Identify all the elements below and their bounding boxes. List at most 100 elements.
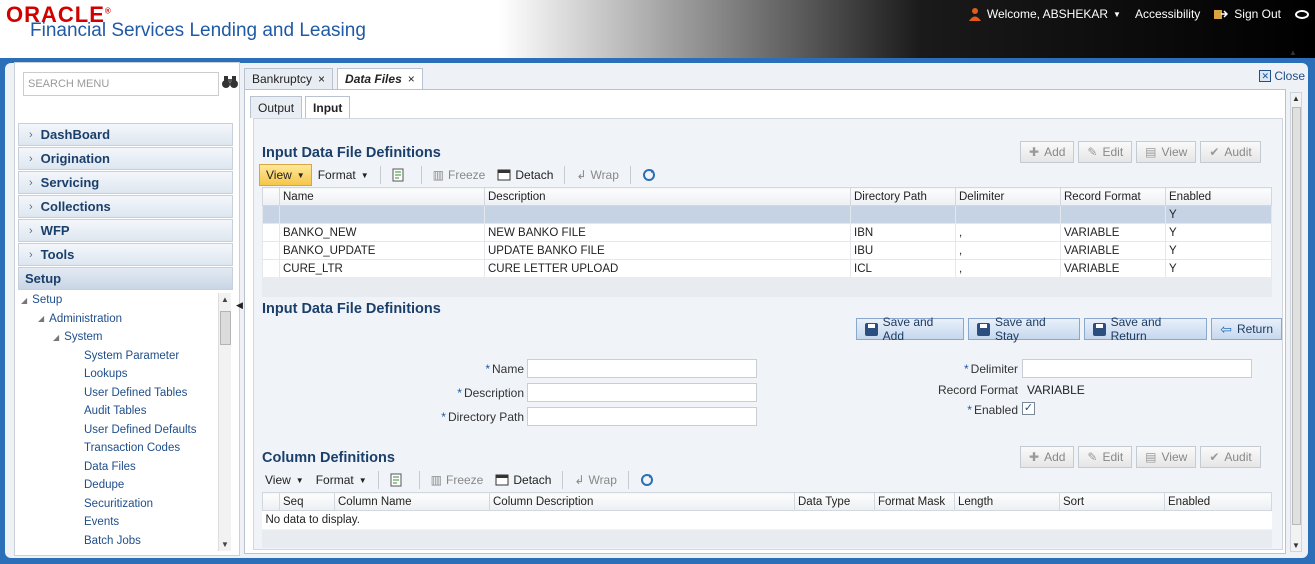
tree-item-user-defined-tables[interactable]: User Defined Tables — [18, 384, 218, 403]
audit-button[interactable]: ✔ Audit — [1200, 446, 1261, 468]
close-icon[interactable]: × — [318, 72, 325, 86]
section-title-input-defs: Input Data File Definitions — [262, 145, 441, 161]
col-header-name[interactable]: Name — [279, 187, 485, 206]
tree-item-dedupe[interactable]: Dedupe — [18, 476, 218, 495]
save-and-return-button[interactable]: Save and Return — [1083, 315, 1208, 343]
add-button[interactable]: ✚ Add — [1020, 446, 1075, 468]
scroll-down-icon[interactable]: ▼ — [1292, 541, 1300, 550]
collapse-sidebar-icon[interactable]: ◀ — [236, 300, 244, 318]
scroll-up-icon[interactable]: ▲ — [221, 295, 229, 304]
export-icon[interactable] — [384, 469, 414, 491]
tree-item-user-defined-defaults[interactable]: User Defined Defaults — [18, 421, 218, 440]
name-field[interactable] — [527, 359, 757, 378]
tree-item-system[interactable]: ◢ System — [18, 328, 218, 347]
tree-item-batch-jobs[interactable]: Batch Jobs — [18, 532, 218, 551]
tab-data-files[interactable]: Data Files × — [337, 68, 423, 89]
tree-item-securitization[interactable]: Securitization — [18, 495, 218, 514]
scroll-down-icon[interactable]: ▼ — [221, 540, 229, 549]
sign-out-link[interactable]: Sign Out — [1214, 7, 1281, 21]
view-menu[interactable]: View ▼ — [259, 164, 312, 186]
view-button[interactable]: ▤ View — [1136, 141, 1197, 163]
col-header-enabled[interactable]: Enabled — [1164, 492, 1272, 511]
menu-setup[interactable]: Setup — [18, 267, 233, 290]
tree-item-data-files[interactable]: Data Files — [18, 458, 218, 477]
form-actions: Save and Add Save and Stay Save and Retu… — [852, 315, 1282, 343]
chevron-down-icon: ▼ — [358, 475, 367, 485]
menu-tools[interactable]: › Tools — [18, 243, 233, 266]
export-icon[interactable] — [386, 164, 416, 186]
close-icon[interactable]: × — [408, 72, 415, 86]
view-menu[interactable]: View ▼ — [259, 469, 310, 491]
scroll-up-icon[interactable]: ▲ — [1292, 94, 1300, 103]
col-header-record-format[interactable]: Record Format — [1060, 187, 1166, 206]
tree-item-administration[interactable]: ◢ Administration — [18, 310, 218, 329]
maximize-icon[interactable]: ▲ — [1289, 48, 1303, 57]
tree-item-events[interactable]: Events — [18, 513, 218, 532]
menu-servicing[interactable]: › Servicing — [18, 171, 233, 194]
menu-origination[interactable]: › Origination — [18, 147, 233, 170]
col-header-description[interactable]: Description — [484, 187, 851, 206]
col-header-sort[interactable]: Sort — [1059, 492, 1165, 511]
empty-row: No data to display. — [263, 511, 1272, 529]
menu-collections[interactable]: › Collections — [18, 195, 233, 218]
col-header-delimiter[interactable]: Delimiter — [955, 187, 1061, 206]
tree-scrollbar[interactable]: ▲ ▼ — [218, 293, 231, 551]
col-header-length[interactable]: Length — [954, 492, 1060, 511]
edit-button[interactable]: ✎ Edit — [1078, 141, 1133, 163]
user-menu[interactable]: Welcome, ABSHEKAR ▼ — [968, 7, 1121, 21]
scroll-thumb[interactable] — [220, 311, 231, 345]
table-row[interactable]: CURE_LTR CURE LETTER UPLOAD ICL, VARIABLE Y — [262, 259, 1272, 278]
edit-button[interactable]: ✎ Edit — [1078, 446, 1133, 468]
audit-button[interactable]: ✔ Audit — [1200, 141, 1261, 163]
col-header-directory-path[interactable]: Directory Path — [850, 187, 956, 206]
add-button[interactable]: ✚ Add — [1020, 141, 1075, 163]
menu-wfp[interactable]: › WFP — [18, 219, 233, 242]
tab-output[interactable]: Output — [250, 96, 303, 118]
directory-path-field[interactable] — [527, 407, 757, 426]
wrap-button[interactable]: ↲ Wrap — [570, 164, 625, 186]
tree-item-transaction-codes[interactable]: Transaction Codes — [18, 439, 218, 458]
search-menu-input[interactable]: SEARCH MENU — [23, 72, 219, 96]
col-header-format-mask[interactable]: Format Mask — [874, 492, 955, 511]
save-icon — [865, 322, 878, 336]
col-header-column-description[interactable]: Column Description — [489, 492, 795, 511]
return-button[interactable]: ⇦ Return — [1211, 318, 1282, 340]
divider — [564, 166, 566, 184]
col-header-column-name[interactable]: Column Name — [334, 492, 490, 511]
scroll-thumb[interactable] — [1292, 107, 1301, 525]
view-button[interactable]: ▤ View — [1136, 446, 1197, 468]
col-header-data-type[interactable]: Data Type — [794, 492, 875, 511]
table-row[interactable]: BANKO_UPDATE UPDATE BANKO FILE IBU, VARIABL… — [262, 241, 1272, 260]
col-header-seq[interactable]: Seq — [279, 492, 335, 511]
format-menu[interactable]: Format ▼ — [312, 164, 375, 186]
binoculars-icon[interactable] — [222, 75, 238, 89]
refresh-icon[interactable] — [636, 164, 666, 186]
menu-dashboard[interactable]: › DashBoard — [18, 123, 233, 146]
refresh-icon[interactable] — [634, 469, 664, 491]
tree-item-lookups[interactable]: Lookups — [18, 365, 218, 384]
tab-input[interactable]: Input — [305, 96, 351, 118]
freeze-button[interactable]: ▥ Freeze — [427, 164, 492, 186]
save-and-stay-button[interactable]: Save and Stay — [968, 315, 1080, 343]
content-scrollbar[interactable]: ▲ ▼ — [1290, 92, 1302, 552]
format-menu[interactable]: Format ▼ — [310, 469, 373, 491]
table-row[interactable]: Y — [262, 205, 1272, 224]
tree-item-audit-tables[interactable]: Audit Tables — [18, 402, 218, 421]
detach-button[interactable]: Detach — [491, 164, 559, 186]
tab-bankruptcy[interactable]: Bankruptcy × — [244, 68, 334, 89]
tree-item-system-parameter[interactable]: System Parameter — [18, 347, 218, 366]
wrap-button[interactable]: ↲ Wrap — [568, 469, 623, 491]
accessibility-link[interactable]: Accessibility — [1135, 7, 1200, 21]
col-header-enabled[interactable]: Enabled — [1165, 187, 1272, 206]
row-header — [262, 187, 280, 206]
grid-footer — [262, 530, 1272, 548]
tree-item-setup[interactable]: ◢ Setup — [18, 291, 218, 310]
save-and-add-button[interactable]: Save and Add — [856, 315, 965, 343]
close-link[interactable]: ✕ Close — [1259, 69, 1305, 83]
description-field[interactable] — [527, 383, 757, 402]
enabled-checkbox[interactable]: ✓ — [1022, 402, 1035, 415]
delimiter-field[interactable] — [1022, 359, 1252, 378]
table-row[interactable]: BANKO_NEW NEW BANKO FILE IBN, VARIABLE Y — [262, 223, 1272, 242]
freeze-button[interactable]: ▥ Freeze — [425, 469, 490, 491]
detach-button[interactable]: Detach — [489, 469, 557, 491]
